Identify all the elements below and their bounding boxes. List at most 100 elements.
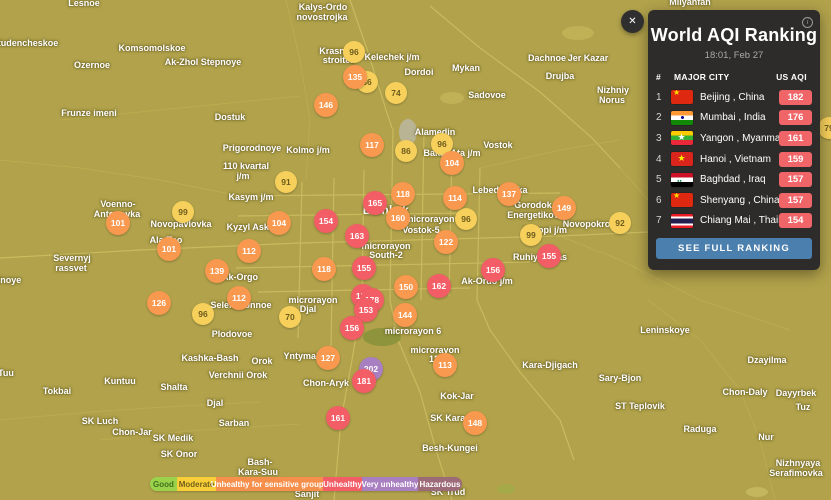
aqi-marker[interactable]: 70 [279, 306, 301, 328]
aqi-marker[interactable]: 148 [463, 411, 487, 435]
ranking-header-row: # MAJOR CITY US AQI [648, 72, 820, 82]
map-place-label: Serafimovka [769, 468, 823, 478]
aqi-marker[interactable]: 144 [393, 303, 417, 327]
aqi-marker[interactable]: 99 [172, 201, 194, 223]
aqi-marker[interactable]: 160 [386, 206, 410, 230]
aqi-marker[interactable]: 91 [275, 171, 297, 193]
rank-number: 1 [656, 91, 662, 103]
map-place-label: microrayon 6 [384, 326, 442, 336]
aqi-marker[interactable]: 92 [609, 212, 631, 234]
aqi-marker[interactable]: 154 [314, 209, 338, 233]
map-place-label: novostrojka [296, 12, 348, 22]
map-place-label: SK Onor [160, 449, 198, 459]
map-place-label: Djal [299, 304, 317, 314]
map-place-label: Kara-Suu [237, 467, 279, 477]
map-place-label: Dordoi [404, 67, 434, 77]
aqi-marker[interactable]: 156 [481, 258, 505, 282]
ranking-row[interactable]: 6 Shenyang , China157 [648, 190, 820, 211]
aqi-marker[interactable]: 165 [363, 191, 387, 215]
aqi-marker[interactable]: 150 [394, 275, 418, 299]
map-place-label: Kelechek j/m [364, 52, 420, 62]
aqi-marker[interactable]: 127 [316, 346, 340, 370]
col-city: MAJOR CITY [674, 72, 730, 82]
ranking-row[interactable]: 3 Yangon , Myanmar161 [648, 128, 820, 149]
map-place-label: Norus [598, 95, 626, 105]
map-place-label: South-2 [369, 250, 403, 260]
aqi-marker[interactable]: 163 [345, 224, 369, 248]
aqi-marker[interactable]: 96 [192, 303, 214, 325]
map-place-label: Chon-Aryk [302, 378, 350, 388]
map-place-label: SK Luch [81, 416, 119, 426]
aqi-marker[interactable]: 74 [385, 82, 407, 104]
map-place-label: Chon-Jar [112, 427, 152, 437]
country-flag-icon [671, 152, 693, 167]
aqi-marker[interactable]: 181 [352, 369, 376, 393]
rank-number: 7 [656, 215, 662, 227]
aqi-marker[interactable]: 156 [340, 316, 364, 340]
aqi-marker[interactable]: 118 [312, 257, 336, 281]
aqi-marker[interactable]: 112 [237, 239, 261, 263]
map-place-label: Energetikov [507, 210, 559, 220]
map-place-label: Tuz [795, 402, 811, 412]
map-canvas[interactable]: Good Moderate Unhealthy for sensitive grou… [0, 0, 831, 500]
rank-number: 5 [656, 174, 662, 186]
aqi-marker[interactable]: 99 [520, 224, 542, 246]
aqi-marker[interactable]: 137 [497, 182, 521, 206]
map-place-label: 110 kvartal [222, 161, 270, 171]
aqi-badge: 159 [779, 151, 812, 167]
aqi-marker[interactable]: 101 [106, 211, 130, 235]
rank-number: 2 [656, 112, 662, 124]
aqi-marker[interactable]: 155 [352, 256, 376, 280]
ranking-row[interactable]: 2 Mumbai , India 176 [648, 108, 820, 129]
map-place-label: Kalys-Ordo [298, 2, 348, 12]
map-place-label: Orok [251, 356, 273, 366]
ranking-row[interactable]: 7 Chiang Mai , Thail...154 [648, 211, 820, 232]
aqi-marker[interactable]: 122 [434, 230, 458, 254]
aqi-marker[interactable]: 161 [326, 406, 350, 430]
aqi-marker[interactable]: 139 [205, 259, 229, 283]
city-name: Yangon , Myanmar [700, 132, 779, 144]
aqi-badge: 157 [779, 192, 812, 208]
aqi-marker[interactable]: 114 [443, 186, 467, 210]
info-icon[interactable]: i [802, 17, 813, 28]
aqi-marker[interactable]: 117 [360, 133, 384, 157]
map-place-label: Vostok [483, 140, 513, 150]
map-place-label: Prigorodnoye [222, 143, 282, 153]
city-name: Hanoi , Vietnam [700, 153, 771, 165]
rank-number: 6 [656, 194, 662, 206]
close-icon[interactable]: ✕ [621, 10, 644, 33]
aqi-marker[interactable]: 113 [433, 353, 457, 377]
ranking-row[interactable]: 4 Hanoi , Vietnam 159 [648, 149, 820, 170]
map-place-label: Leninskoye [640, 325, 690, 335]
aqi-marker[interactable]: 104 [267, 211, 291, 235]
aqi-marker[interactable]: 135 [343, 65, 367, 89]
map-place-label: Nur [758, 432, 774, 442]
aqi-marker[interactable]: 146 [314, 93, 338, 117]
map-place-label: Kuntuu [104, 376, 136, 386]
aqi-marker[interactable]: 149 [552, 196, 576, 220]
map-place-label: Verchnii Orok [208, 370, 268, 380]
city-name: Beijing , China [700, 91, 765, 103]
aqi-marker[interactable]: 112 [227, 286, 251, 310]
legend-segment: Very unhealthy [362, 477, 418, 491]
map-place-label: Kashka-Bash [181, 353, 239, 363]
map-place-label: SK Medik [152, 433, 194, 443]
aqi-marker[interactable]: 101 [157, 237, 181, 261]
ranking-row[interactable]: 5 Baghdad , Iraq 157 [648, 169, 820, 190]
aqi-marker[interactable]: 86 [395, 140, 417, 162]
map-place-label: Vostok-5 [402, 225, 440, 235]
map-place-label: Milyanfan [669, 0, 711, 7]
see-full-ranking-button[interactable]: SEE FULL RANKING [656, 238, 812, 259]
city-name: Mumbai , India [700, 112, 766, 124]
map-place-label: Komsomolskoe [118, 43, 186, 53]
ranking-row[interactable]: 1 Beijing , China 182 [648, 87, 820, 108]
aqi-marker[interactable]: 104 [440, 151, 464, 175]
aqi-marker[interactable]: 96 [455, 208, 477, 230]
aqi-marker[interactable]: 96 [343, 41, 365, 63]
aqi-marker[interactable]: 162 [427, 274, 451, 298]
aqi-marker[interactable]: 126 [147, 291, 171, 315]
country-flag-icon [671, 131, 693, 146]
aqi-marker[interactable]: 155 [537, 244, 561, 268]
aqi-marker[interactable]: 118 [391, 182, 415, 206]
map-place-label: Bash- [247, 457, 273, 467]
